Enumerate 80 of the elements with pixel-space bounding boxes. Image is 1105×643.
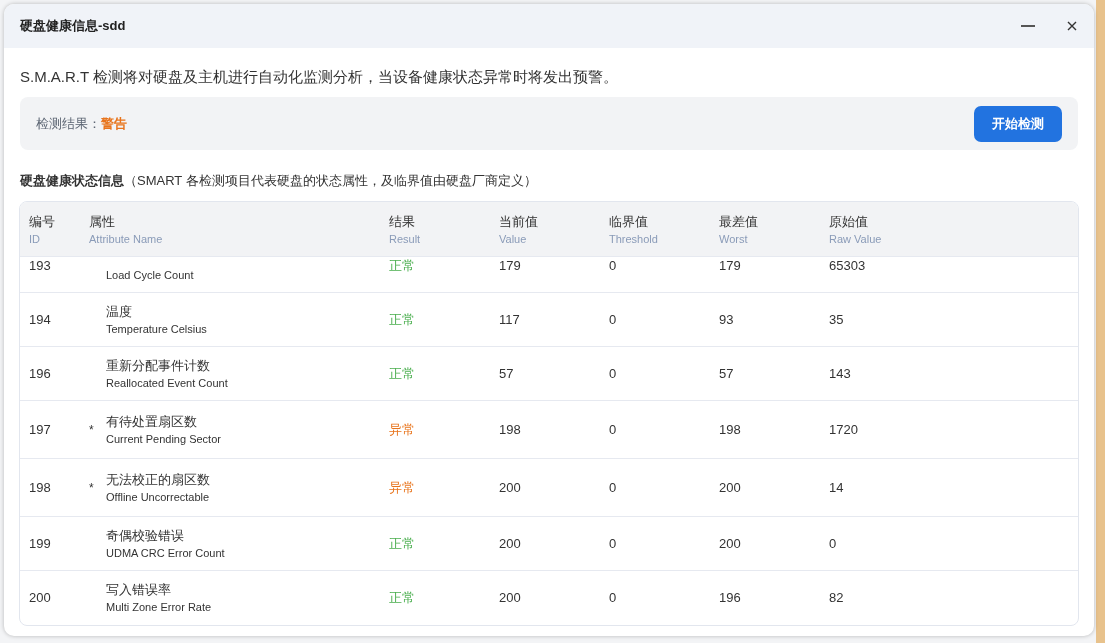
column-subheader: Value bbox=[499, 232, 527, 247]
result-status: 异常 bbox=[389, 479, 415, 495]
id-cell: 193 bbox=[29, 258, 51, 273]
threshold-cell: 0 bbox=[609, 258, 617, 273]
column-subheader: Threshold bbox=[609, 232, 658, 247]
value-cell: 179 bbox=[499, 258, 521, 273]
close-icon bbox=[1067, 21, 1077, 31]
attribute-name: 重新分配事件计数 bbox=[106, 356, 210, 375]
result-status: 正常 bbox=[389, 535, 415, 551]
column-subheader: Raw Value bbox=[829, 232, 882, 247]
raw-value-cell: 0 bbox=[829, 536, 837, 551]
raw-value-cell: 14 bbox=[829, 480, 844, 495]
minimize-icon bbox=[1021, 25, 1035, 27]
attribute-english-name: Multi Zone Error Rate bbox=[106, 599, 212, 615]
worst-cell: 196 bbox=[719, 590, 741, 605]
attribute-english-name: Load Cycle Count bbox=[106, 267, 194, 283]
attribute-english-name: Reallocated Event Count bbox=[106, 375, 228, 391]
threshold-cell: 0 bbox=[609, 536, 617, 551]
raw-value-cell: 143 bbox=[829, 366, 851, 381]
worst-cell: 57 bbox=[719, 366, 734, 381]
threshold-cell: 0 bbox=[609, 590, 617, 605]
worst-cell: 179 bbox=[719, 258, 741, 273]
raw-value-cell: 1720 bbox=[829, 422, 858, 437]
value-cell: 200 bbox=[499, 590, 521, 605]
column-subheader: Worst bbox=[719, 232, 748, 247]
attribute-name: 温度 bbox=[106, 302, 132, 321]
threshold-cell: 0 bbox=[609, 480, 617, 495]
id-cell: 196 bbox=[29, 366, 51, 381]
raw-value-cell: 65303 bbox=[829, 258, 866, 273]
result-status: 正常 bbox=[389, 589, 415, 605]
threshold-cell: 0 bbox=[609, 312, 617, 327]
section-note: （SMART 各检测项目代表硬盘的状态属性，及临界值由硬盘厂商定义） bbox=[124, 172, 537, 190]
value-cell: 117 bbox=[499, 312, 520, 327]
column-header: 结果 bbox=[389, 213, 415, 231]
critical-mark: * bbox=[89, 422, 94, 437]
attribute-name: 写入错误率 bbox=[106, 580, 171, 599]
attribute-english-name: Temperature Celsius bbox=[106, 321, 207, 337]
value-cell: 200 bbox=[499, 480, 521, 495]
result-status: 正常 bbox=[389, 311, 415, 327]
column-subheader: Result bbox=[389, 232, 421, 247]
column-header: 属性 bbox=[89, 213, 115, 231]
attribute-name: 奇偶校验错误 bbox=[106, 526, 184, 545]
value-cell: 57 bbox=[499, 366, 514, 381]
worst-cell: 200 bbox=[719, 480, 741, 495]
threshold-cell: 0 bbox=[609, 422, 617, 437]
attribute-english-name: Offline Uncorrectable bbox=[106, 489, 210, 505]
value-cell: 200 bbox=[499, 536, 521, 551]
worst-cell: 93 bbox=[719, 312, 734, 327]
attribute-english-name: Current Pending Sector bbox=[106, 431, 221, 447]
result-status: 正常 bbox=[389, 365, 415, 381]
description-text: S.M.A.R.T 检测将对硬盘及主机进行自动化监测分析，当设备健康状态异常时将发出预警。 bbox=[20, 67, 620, 87]
threshold-cell: 0 bbox=[609, 366, 617, 381]
window-title: 硬盘健康信息-sdd bbox=[20, 17, 127, 35]
id-cell: 200 bbox=[29, 590, 51, 605]
column-header: 最差值 bbox=[719, 213, 758, 231]
column-header: 临界值 bbox=[609, 213, 648, 231]
raw-value-cell: 35 bbox=[829, 312, 844, 327]
value-cell: 198 bbox=[499, 422, 521, 437]
column-subheader: ID bbox=[29, 232, 40, 247]
raw-value-cell: 82 bbox=[829, 590, 844, 605]
attribute-english-name: UDMA CRC Error Count bbox=[106, 545, 225, 561]
column-header: 原始值 bbox=[829, 213, 868, 231]
worst-cell: 198 bbox=[719, 422, 741, 437]
id-cell: 199 bbox=[29, 536, 51, 551]
result-status: 正常 bbox=[389, 257, 415, 273]
id-cell: 194 bbox=[29, 312, 51, 327]
column-header: 当前值 bbox=[499, 213, 538, 231]
result-label: 检测结果： bbox=[36, 114, 101, 133]
start-check-button[interactable]: 开始检测 bbox=[974, 105, 1062, 142]
section-title: 硬盘健康状态信息 bbox=[20, 172, 124, 190]
attribute-name: 有待处置扇区数 bbox=[106, 412, 197, 431]
critical-mark: * bbox=[89, 480, 94, 495]
worst-cell: 200 bbox=[719, 536, 741, 551]
column-subheader: Attribute Name bbox=[89, 232, 163, 247]
attribute-name: 无法校正的扇区数 bbox=[106, 470, 210, 489]
id-cell: 198 bbox=[29, 480, 51, 495]
result-status: 异常 bbox=[389, 421, 415, 437]
id-cell: 197 bbox=[29, 422, 51, 437]
column-header: 编号 bbox=[29, 213, 55, 231]
result-value: 警告 bbox=[101, 114, 128, 133]
